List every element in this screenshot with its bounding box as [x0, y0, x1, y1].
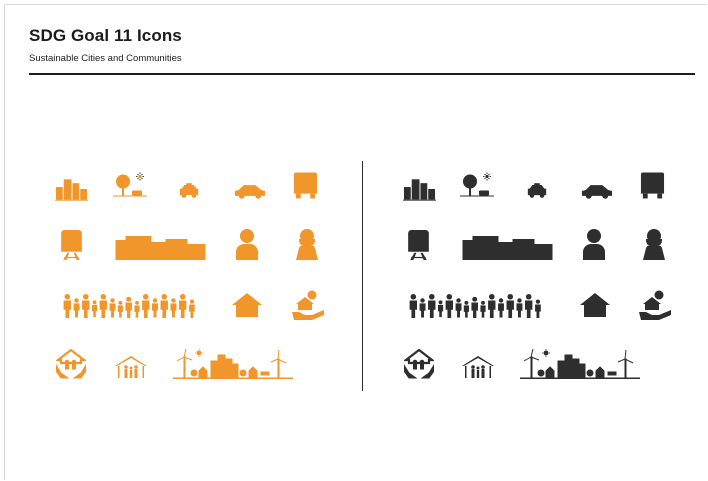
man-icon: [235, 228, 259, 260]
shelter-family-icon: [462, 356, 494, 378]
house-money-hand-icon: [639, 290, 671, 320]
park-tree-icon: [113, 172, 147, 199]
woman-icon: [294, 228, 320, 260]
car-icon: [580, 183, 613, 199]
train-icon: [60, 229, 83, 260]
car-icon: [233, 183, 266, 199]
house-money-hand-icon: [292, 290, 324, 320]
set-divider: [362, 161, 363, 391]
crowd-people-icon: [409, 294, 541, 318]
taxi-icon: [178, 182, 200, 199]
page-subtitle: Sustainable Cities and Communities: [29, 53, 182, 64]
man-icon: [582, 228, 606, 260]
hands-house-family-icon: [404, 349, 434, 379]
bus-icon: [640, 170, 665, 200]
header-rule: [29, 73, 695, 75]
hands-house-family-icon: [56, 349, 86, 379]
park-tree-icon: [460, 172, 494, 199]
house-icon: [580, 293, 610, 317]
train-icon: [407, 229, 430, 260]
shelter-family-icon: [115, 356, 147, 378]
bus-icon: [293, 170, 318, 200]
taxi-icon: [526, 182, 548, 199]
house-icon: [232, 293, 262, 317]
sustainable-city-icon: [520, 349, 640, 379]
page-title: SDG Goal 11 Icons: [29, 26, 182, 45]
city-buildings-icon: [403, 177, 436, 201]
woman-icon: [641, 228, 667, 260]
crowd-people-icon: [63, 294, 195, 318]
slum-housing-icon: [115, 230, 206, 260]
city-buildings-icon: [55, 177, 88, 201]
sustainable-city-icon: [173, 349, 293, 379]
slum-housing-icon: [462, 230, 553, 260]
